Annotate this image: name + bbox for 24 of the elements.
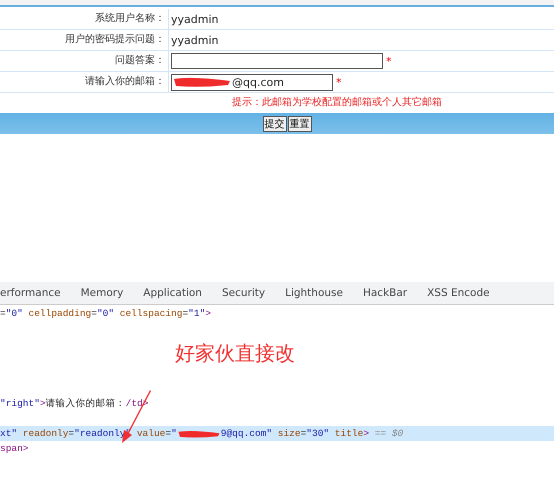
field-label: 系统用户名称： bbox=[0, 9, 169, 30]
devtools-tab[interactable]: XSS Encode bbox=[416, 282, 499, 304]
hint-text: 提示：此邮箱为学校配置的邮箱或个人其它邮箱 bbox=[231, 96, 443, 110]
code-line: ="0" cellpadding="0" cellspacing="1"> bbox=[0, 307, 212, 321]
devtools-tab[interactable]: Security bbox=[210, 282, 274, 304]
devtools-tab[interactable]: Application bbox=[132, 282, 211, 304]
field-label: 用户的密码提示问题： bbox=[0, 30, 169, 51]
reset-button[interactable]: 重置 bbox=[288, 116, 312, 132]
field-label: 请输入你的邮箱： bbox=[0, 72, 169, 93]
devtools-tab[interactable]: erformance bbox=[0, 282, 70, 304]
submit-button[interactable]: 提交 bbox=[262, 116, 286, 132]
field-label: 问题答案： bbox=[0, 51, 169, 72]
answer-field[interactable] bbox=[171, 53, 383, 69]
annotation-text: 好家伙直接改 bbox=[175, 342, 295, 367]
field-value: yyadmin bbox=[171, 34, 218, 46]
redaction-mark bbox=[172, 76, 232, 88]
devtools-tab[interactable]: HackBar bbox=[352, 282, 416, 304]
required-mark: * bbox=[386, 54, 392, 68]
required-mark: * bbox=[336, 76, 342, 88]
devtools-tab[interactable]: Lighthouse bbox=[274, 282, 352, 304]
devtools-tab[interactable]: Memory bbox=[70, 282, 132, 304]
email-field[interactable]: @qq.com bbox=[171, 74, 333, 90]
code-line: span> bbox=[0, 442, 30, 456]
field-value: yyadmin bbox=[171, 12, 218, 26]
